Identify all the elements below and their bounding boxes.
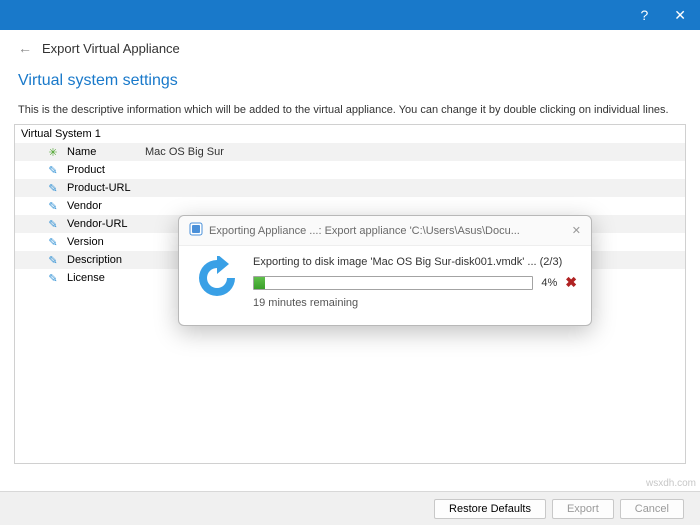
export-button: Export [552,499,614,519]
app-icon [189,222,203,239]
tag-icon: ✎ [45,254,61,267]
row-label: Name [67,146,145,158]
tag-icon: ✎ [45,182,61,195]
row-label: Version [67,236,145,248]
section-title: Virtual system settings [0,62,700,94]
back-icon[interactable]: ← [18,40,32,56]
tag-icon: ✎ [45,272,61,285]
time-remaining: 19 minutes remaining [253,297,577,309]
cancel-button: Cancel [620,499,684,519]
row-product[interactable]: ✎ Product [15,161,685,179]
cancel-progress-icon[interactable]: ✖ [565,274,577,291]
titlebar: ? ✕ [0,0,700,30]
row-name[interactable]: ✳ Name Mac OS Big Sur [15,143,685,161]
page-title: Export Virtual Appliance [42,41,180,56]
tag-icon: ✎ [45,218,61,231]
help-icon[interactable]: ? [640,8,648,22]
header: ← Export Virtual Appliance [0,30,700,62]
row-label: Vendor [67,200,145,212]
watermark: wsxdh.com [646,478,696,489]
gear-icon: ✳ [45,146,61,159]
restore-defaults-button[interactable]: Restore Defaults [434,499,546,519]
progress-percent: 4% [541,277,557,289]
close-icon[interactable]: ✕ [674,8,686,22]
dialog-titlebar: Exporting Appliance ...: Export applianc… [179,216,591,246]
dialog-title: Exporting Appliance ...: Export applianc… [209,225,520,237]
help-text: This is the descriptive information whic… [0,94,700,124]
row-vendor[interactable]: ✎ Vendor [15,197,685,215]
footer: Restore Defaults Export Cancel [0,491,700,525]
progress-status: Exporting to disk image 'Mac OS Big Sur-… [253,256,577,268]
tag-icon: ✎ [45,236,61,249]
row-label: Vendor-URL [67,218,145,230]
progress-dialog: Exporting Appliance ...: Export applianc… [178,215,592,326]
export-arrow-icon [193,256,241,304]
row-label: Product-URL [67,182,145,194]
row-product-url[interactable]: ✎ Product-URL [15,179,685,197]
tag-icon: ✎ [45,200,61,213]
group-header: Virtual System 1 [15,125,685,143]
dialog-close-icon[interactable]: ✕ [572,224,581,237]
tag-icon: ✎ [45,164,61,177]
progress-bar [253,276,533,290]
row-label: License [67,272,145,284]
row-label: Product [67,164,145,176]
row-value: Mac OS Big Sur [145,146,224,158]
row-label: Description [67,254,145,266]
